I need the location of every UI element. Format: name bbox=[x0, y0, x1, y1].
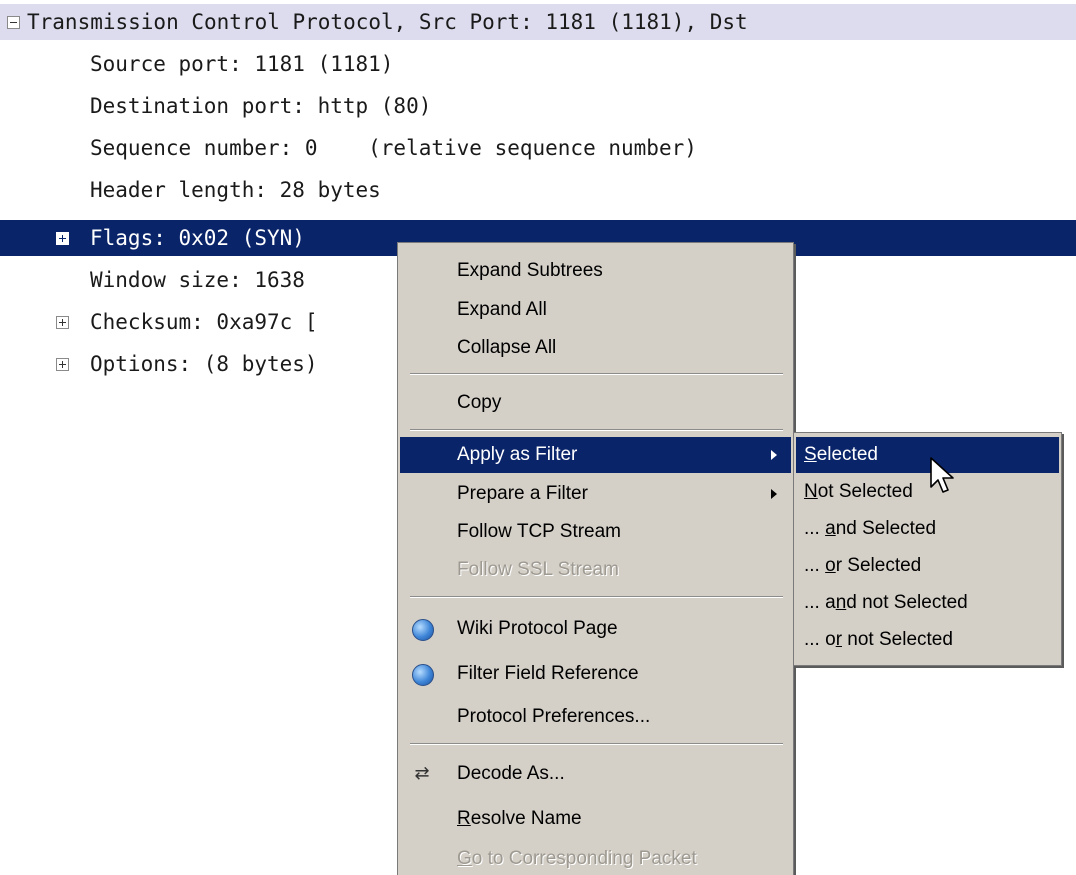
field-label: Checksum: 0xa97c [ bbox=[90, 310, 318, 334]
menu-label: Apply as Filter bbox=[457, 444, 578, 465]
tcp-tree-header[interactable]: Transmission Control Protocol, Src Port:… bbox=[0, 4, 1076, 40]
submenu-or-selected[interactable]: ... or Selected bbox=[796, 548, 1059, 584]
menu-label: Prepare a Filter bbox=[457, 483, 588, 504]
label-suffix: not Selected bbox=[842, 629, 953, 650]
mnemonic-letter: n bbox=[835, 592, 847, 613]
field-label: Flags: 0x02 (SYN) bbox=[90, 226, 305, 250]
mnemonic-letter: N bbox=[804, 481, 818, 502]
field-label: Source port: 1181 (1181) bbox=[90, 52, 394, 76]
field-label: Sequence number: 0 (relative sequence nu… bbox=[90, 136, 697, 160]
menu-follow-ssl-stream: Follow SSL Stream bbox=[400, 552, 791, 588]
mouse-pointer-icon bbox=[930, 457, 954, 493]
menu-resolve-name[interactable]: Resolve Name bbox=[400, 801, 791, 837]
menu-label: Wiki Protocol Page bbox=[457, 618, 618, 639]
collapse-toggle-icon[interactable] bbox=[7, 16, 20, 29]
label-suffix: ot Selected bbox=[817, 481, 913, 502]
menu-expand-subtrees[interactable]: Expand Subtrees bbox=[400, 253, 791, 289]
menu-decode-as[interactable]: ⇄ Decode As... bbox=[400, 756, 791, 792]
globe-icon bbox=[412, 619, 434, 641]
label-prefix: ... bbox=[804, 555, 826, 576]
submenu-arrow-icon bbox=[771, 489, 777, 499]
submenu-arrow-icon bbox=[771, 450, 777, 460]
menu-separator bbox=[410, 596, 783, 598]
label-prefix: ... bbox=[804, 518, 826, 539]
submenu-and-not-selected[interactable]: ... and not Selected bbox=[796, 585, 1059, 621]
expand-toggle-icon[interactable] bbox=[56, 316, 69, 329]
menu-label: Copy bbox=[457, 392, 502, 413]
submenu-label: Selected bbox=[804, 437, 878, 473]
menu-collapse-all[interactable]: Collapse All bbox=[400, 330, 791, 366]
mnemonic-letter: o bbox=[825, 555, 836, 576]
label-suffix: d not Selected bbox=[846, 592, 968, 613]
expand-toggle-icon[interactable] bbox=[56, 358, 69, 371]
tcp-header-label: Transmission Control Protocol, Src Port:… bbox=[27, 10, 748, 34]
field-source-port[interactable]: Source port: 1181 (1181) bbox=[0, 46, 1076, 82]
menu-label: Expand Subtrees bbox=[457, 260, 603, 281]
mnemonic-letter: R bbox=[457, 808, 471, 829]
submenu-or-not-selected[interactable]: ... or not Selected bbox=[796, 622, 1059, 658]
mnemonic-letter: S bbox=[804, 444, 817, 465]
mnemonic-letter: a bbox=[825, 518, 836, 539]
menu-copy[interactable]: Copy bbox=[400, 385, 791, 421]
globe-icon bbox=[412, 664, 434, 686]
submenu-and-selected[interactable]: ... and Selected bbox=[796, 511, 1059, 547]
menu-label: Expand All bbox=[457, 299, 547, 320]
menu-apply-as-filter[interactable]: Apply as Filter bbox=[400, 437, 791, 473]
label-suffix: r Selected bbox=[835, 555, 922, 576]
menu-wiki-protocol-page[interactable]: Wiki Protocol Page bbox=[400, 611, 791, 647]
menu-label: Protocol Preferences... bbox=[457, 706, 651, 727]
decode-icon: ⇄ bbox=[414, 763, 430, 784]
menu-label: Follow TCP Stream bbox=[457, 521, 622, 542]
menu-label: Go to Corresponding Packet bbox=[457, 841, 697, 875]
menu-label: Follow SSL Stream bbox=[457, 559, 619, 580]
menu-label-rest: esolve Name bbox=[470, 808, 582, 829]
expand-toggle-icon[interactable] bbox=[56, 232, 69, 245]
field-label: Window size: 1638 bbox=[90, 268, 305, 292]
menu-separator bbox=[410, 429, 783, 431]
menu-label: Decode As... bbox=[457, 763, 565, 784]
menu-label: Resolve Name bbox=[457, 801, 582, 837]
menu-prepare-a-filter[interactable]: Prepare a Filter bbox=[400, 476, 791, 512]
field-header-length[interactable]: Header length: 28 bytes bbox=[0, 172, 1076, 208]
submenu-selected[interactable]: Selected bbox=[796, 437, 1059, 473]
label-prefix: ... a bbox=[804, 592, 836, 613]
mnemonic-letter: G bbox=[457, 848, 472, 869]
menu-separator bbox=[410, 373, 783, 375]
menu-expand-all[interactable]: Expand All bbox=[400, 292, 791, 328]
label-suffix: nd Selected bbox=[835, 518, 937, 539]
menu-go-to-corresponding-packet: Go to Corresponding Packet bbox=[400, 841, 791, 875]
label-prefix: ... o bbox=[804, 629, 836, 650]
field-sequence-number[interactable]: Sequence number: 0 (relative sequence nu… bbox=[0, 130, 1076, 166]
submenu-label: ... and not Selected bbox=[804, 585, 968, 621]
submenu-label: ... and Selected bbox=[804, 511, 936, 547]
submenu-label: Not Selected bbox=[804, 474, 913, 510]
submenu-label: ... or not Selected bbox=[804, 622, 953, 658]
menu-separator bbox=[410, 743, 783, 745]
menu-filter-field-reference[interactable]: Filter Field Reference bbox=[400, 656, 791, 692]
field-label: Header length: 28 bytes bbox=[90, 178, 381, 202]
packet-details-pane: Transmission Control Protocol, Src Port:… bbox=[0, 0, 1076, 875]
field-label: Destination port: http (80) bbox=[90, 94, 432, 118]
menu-label: Filter Field Reference bbox=[457, 663, 639, 684]
menu-label-rest: o to Corresponding Packet bbox=[471, 848, 697, 869]
menu-protocol-preferences[interactable]: Protocol Preferences... bbox=[400, 699, 791, 735]
label-suffix: elected bbox=[816, 444, 878, 465]
menu-label: Collapse All bbox=[457, 337, 557, 358]
submenu-not-selected[interactable]: Not Selected bbox=[796, 474, 1059, 510]
menu-follow-tcp-stream[interactable]: Follow TCP Stream bbox=[400, 514, 791, 550]
field-destination-port[interactable]: Destination port: http (80) bbox=[0, 88, 1076, 124]
apply-as-filter-submenu: Selected Not Selected ... and Selected .… bbox=[793, 432, 1062, 666]
field-label: Options: (8 bytes) bbox=[90, 352, 318, 376]
context-menu: Expand Subtrees Expand All Collapse All … bbox=[397, 242, 794, 875]
submenu-label: ... or Selected bbox=[804, 548, 921, 584]
